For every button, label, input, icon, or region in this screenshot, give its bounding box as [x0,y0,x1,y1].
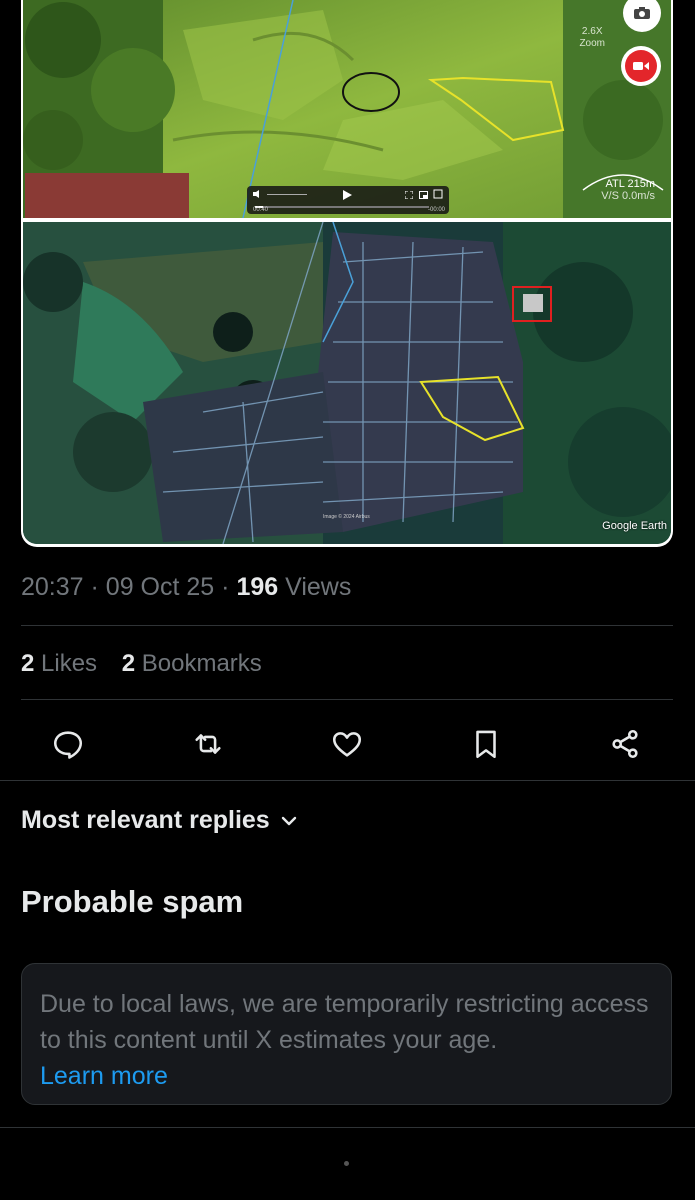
imagery-caption: Image © 2024 Airbus [323,514,370,520]
tweet-date[interactable]: 09 Oct 25 [106,573,214,601]
action-bar [0,720,695,764]
divider [21,625,673,626]
tweet-meta: 20:37 · 09 Oct 25 · 196 Views [21,573,351,602]
pip-icon[interactable] [419,191,428,199]
elapsed-time: 00:40 [253,207,269,213]
likes-label: Likes [41,650,98,677]
like-icon[interactable] [329,726,365,762]
play-icon[interactable] [343,190,352,200]
age-restriction-notice: Due to local laws, we are temporarily re… [21,963,672,1105]
divider [0,1127,695,1128]
divider [0,780,695,781]
bookmarks-count: 2 [121,650,136,677]
tweet-media[interactable]: 2.6X Zoom ATL 215m V/S 0.0m/s 00:40 -00:… [21,0,673,547]
zoom-word: Zoom [579,38,605,49]
meta-separator: · [221,573,237,601]
meta-separator: · [90,573,106,601]
fullscreen-icon[interactable] [405,191,413,199]
volume-slider[interactable] [267,194,307,195]
settings-icon[interactable] [433,189,443,199]
chevron-down-icon [281,816,296,825]
zoom-readout: 2.6X Zoom [579,26,605,50]
likes-stat[interactable]: 2 Likes [21,650,97,678]
video-player-controls[interactable]: 00:40 -00:00 [247,186,449,214]
notice-text: Due to local laws, we are temporarily re… [40,990,649,1054]
home-indicator-dot [344,1161,349,1166]
google-earth-watermark: Google Earth [602,520,667,532]
bookmarks-label: Bookmarks [141,650,262,677]
altitude-value: ATL 215m [605,178,655,190]
reply-icon[interactable] [50,726,86,762]
engagement-stats: 2 Likes 2 Bookmarks [21,650,280,678]
likes-count: 2 [21,650,35,677]
spam-heading: Probable spam [21,884,244,919]
divider [21,699,673,700]
vertical-speed: V/S 0.0m/s [601,190,655,202]
satellite-image[interactable]: Google Earth Image © 2024 Airbus [23,222,671,544]
remaining-time: -00:00 [427,207,445,213]
views-count: 196 [236,573,279,601]
drone-image[interactable]: 2.6X Zoom ATL 215m V/S 0.0m/s 00:40 -00:… [23,0,671,218]
learn-more-link[interactable]: Learn more [40,1058,653,1094]
video-record-icon [625,50,657,82]
views-label: Views [285,573,352,601]
volume-icon[interactable] [253,190,263,198]
replies-sort-dropdown[interactable]: Most relevant replies [21,806,298,835]
zoom-value: 2.6X [581,26,603,37]
tweet-time[interactable]: 20:37 [21,573,84,601]
share-icon[interactable] [607,726,643,762]
bookmarks-stat[interactable]: 2 Bookmarks [122,650,262,678]
replies-sort-label: Most relevant replies [21,806,270,834]
retweet-icon[interactable] [190,726,226,762]
bookmark-icon[interactable] [468,726,504,762]
progress-track[interactable] [255,206,429,208]
record-button[interactable] [621,46,661,86]
altitude-readout: ATL 215m V/S 0.0m/s [601,178,655,202]
